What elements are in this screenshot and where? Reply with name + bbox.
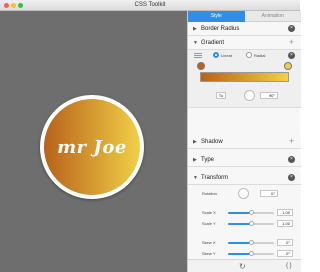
skew-y-fill bbox=[228, 253, 251, 255]
linear-label: Linear bbox=[221, 53, 233, 58]
preview-canvas: mr Joe bbox=[0, 11, 187, 272]
skew-y-thumb[interactable] bbox=[248, 251, 254, 256]
remove-icon[interactable]: × bbox=[288, 25, 295, 32]
scale-x-input[interactable]: 1.00 bbox=[277, 209, 293, 216]
chevron-right-icon: ▶ bbox=[193, 139, 197, 145]
section-border-radius[interactable]: ▶ Border Radius × bbox=[188, 22, 301, 36]
skew-y-input[interactable]: 0° bbox=[277, 250, 293, 257]
gradient-editor: Linear Radial × Tu 90° bbox=[188, 50, 301, 108]
scale-x-slider[interactable] bbox=[228, 210, 274, 215]
skew-x-input[interactable]: 0° bbox=[277, 239, 293, 246]
chevron-right-icon: ▶ bbox=[193, 157, 197, 163]
skew-x-thumb[interactable] bbox=[248, 240, 254, 245]
title-bar: CSS Toolkit bbox=[0, 0, 300, 11]
section-label: Transform bbox=[201, 175, 229, 181]
remove-icon[interactable]: × bbox=[288, 156, 295, 163]
drag-handle-line bbox=[194, 55, 202, 56]
transform-editor: Rotation 0° Scale X 1.00 Scale Y 1.00 Sk… bbox=[188, 185, 301, 259]
skew-y-slider[interactable] bbox=[228, 251, 274, 256]
section-gradient[interactable]: ▼ Gradient + bbox=[188, 36, 301, 50]
rotation-label: Rotation bbox=[202, 191, 217, 196]
scale-y-input[interactable]: 1.00 bbox=[277, 220, 293, 227]
inspector-panel: Style Animation ▶ Border Radius × ▼ Grad… bbox=[187, 11, 301, 272]
section-label: Border Radius bbox=[201, 26, 240, 32]
section-label: Type bbox=[201, 157, 215, 163]
scale-x-label: Scale X bbox=[202, 210, 216, 215]
section-shadow[interactable]: ▶ Shadow + bbox=[188, 135, 301, 149]
panel-footer: ↻ { } bbox=[188, 259, 301, 272]
scale-y-slider[interactable] bbox=[228, 221, 274, 226]
add-icon[interactable]: + bbox=[288, 38, 295, 47]
angle-label-field: Tu bbox=[216, 92, 226, 99]
refresh-icon[interactable]: ↻ bbox=[239, 262, 246, 271]
scale-y-thumb[interactable] bbox=[248, 221, 254, 226]
angle-input[interactable]: 90° bbox=[260, 92, 278, 99]
remove-icon[interactable]: × bbox=[288, 174, 295, 181]
skew-x-slider[interactable] bbox=[228, 240, 274, 245]
inspector-tabs: Style Animation bbox=[188, 11, 301, 22]
radial-label: Radial bbox=[254, 53, 266, 58]
color-stop-end[interactable] bbox=[284, 62, 292, 70]
rotation-knob[interactable] bbox=[238, 188, 249, 199]
linear-radio[interactable] bbox=[213, 52, 219, 58]
preview-element[interactable]: mr Joe bbox=[40, 95, 144, 199]
preview-text: mr Joe bbox=[57, 136, 127, 158]
skew-y-label: Skew Y bbox=[202, 251, 216, 256]
section-type[interactable]: ▶ Type × bbox=[188, 153, 301, 167]
tab-animation[interactable]: Animation bbox=[244, 11, 301, 22]
skew-x-fill bbox=[228, 242, 251, 244]
tab-style[interactable]: Style bbox=[188, 11, 245, 22]
rotation-input[interactable]: 0° bbox=[260, 190, 278, 197]
angle-knob[interactable] bbox=[244, 90, 255, 101]
section-transform[interactable]: ▼ Transform × bbox=[188, 171, 301, 185]
scale-x-thumb[interactable] bbox=[248, 210, 254, 215]
chevron-right-icon: ▶ bbox=[193, 26, 197, 32]
scale-x-fill bbox=[228, 212, 251, 214]
gradient-bar[interactable] bbox=[200, 72, 289, 82]
chevron-down-icon: ▼ bbox=[193, 175, 198, 181]
radial-radio[interactable] bbox=[246, 52, 252, 58]
code-button[interactable]: { } bbox=[286, 263, 292, 269]
add-icon[interactable]: + bbox=[288, 137, 295, 146]
scale-y-label: Scale Y bbox=[202, 221, 216, 226]
remove-gradient-icon[interactable]: × bbox=[288, 52, 295, 59]
section-label: Gradient bbox=[201, 40, 225, 46]
scale-y-fill bbox=[228, 223, 251, 225]
color-stop-start[interactable] bbox=[197, 62, 205, 70]
chevron-down-icon: ▼ bbox=[193, 40, 198, 46]
window-title: CSS Toolkit bbox=[134, 2, 166, 8]
section-label: Shadow bbox=[201, 139, 223, 145]
skew-x-label: Skew X bbox=[202, 240, 216, 245]
